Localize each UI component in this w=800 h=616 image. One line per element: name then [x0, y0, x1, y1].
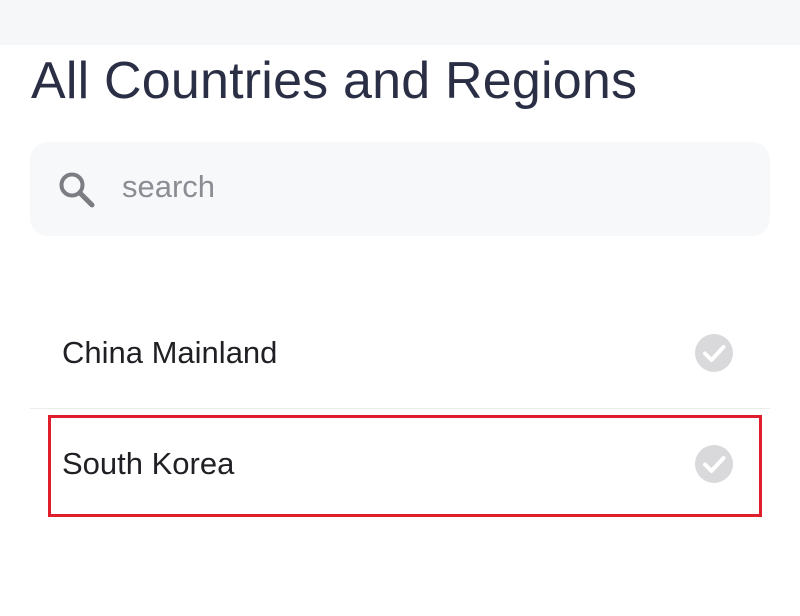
list-item-label: South Korea: [62, 446, 235, 481]
check-circle-icon[interactable]: [694, 444, 734, 484]
list-divider: [30, 408, 770, 409]
list-item-china-mainland[interactable]: China Mainland: [30, 300, 770, 406]
list-item-label: China Mainland: [62, 335, 278, 370]
search-icon: [59, 172, 95, 208]
search-input[interactable]: [122, 164, 722, 210]
page-title: All Countries and Regions: [31, 52, 638, 110]
top-bar: [0, 0, 800, 45]
check-circle-icon[interactable]: [694, 333, 734, 373]
list-item-south-korea[interactable]: South Korea: [30, 411, 770, 517]
